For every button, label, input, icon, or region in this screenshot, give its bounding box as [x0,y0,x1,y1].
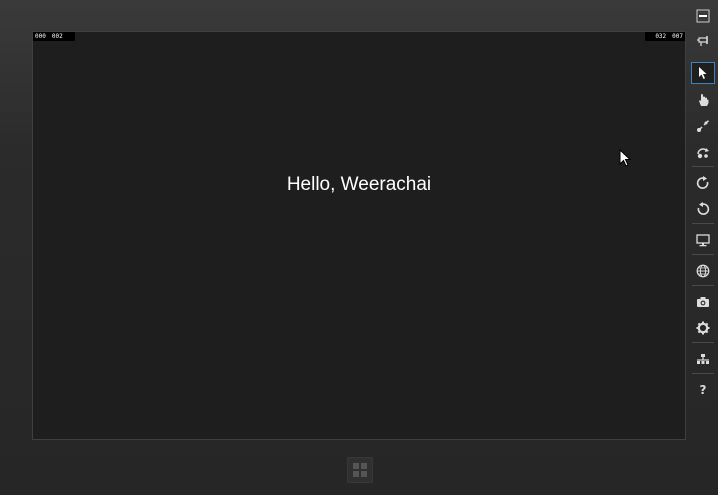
toolbar-separator [692,223,714,224]
greeting-text: Hello, Weerachai [286,174,432,195]
rotate-ccw-icon [697,202,710,215]
network-properties-button[interactable] [691,348,715,370]
help-button[interactable]: ? [691,379,715,401]
minimize-icon [696,9,710,23]
screenshot-button[interactable] [691,291,715,313]
counter-value: 000 [35,33,46,40]
toolbar-separator [692,166,714,167]
windows-button[interactable] [347,457,373,483]
globe-icon [696,264,710,278]
rotation-touch-mode-button[interactable] [691,141,715,163]
toolbar-separator [692,285,714,286]
counter-value: 007 [672,33,683,40]
basic-touch-mode-button[interactable] [691,89,715,111]
toolbar-separator [692,342,714,343]
mouse-mode-button[interactable] [691,62,715,84]
cursor-icon [699,67,707,79]
change-resolution-button[interactable] [691,229,715,251]
mouse-pointer-icon [619,149,631,167]
frame-counter-left: 000 002 [33,32,75,41]
gear-icon [696,321,710,335]
frame-counter-right: 032 007 [645,32,685,41]
hand-icon [699,94,709,106]
rotate-clockwise-button[interactable] [691,172,715,194]
set-location-button[interactable] [691,260,715,282]
rotate-cw-icon [696,176,709,189]
help-icon: ? [699,383,707,397]
rotate-counterclockwise-button[interactable] [691,198,715,220]
camera-icon [697,297,709,307]
pinch-icon [697,120,709,132]
counter-value: 032 [655,33,667,40]
pinch-zoom-mode-button[interactable] [691,115,715,137]
minimize-button[interactable] [691,5,715,27]
counter-value: 002 [51,33,63,40]
simulator-toolbar: ? [688,0,718,495]
simulator-screen[interactable]: 000 002 032 007 Hello, Weerachai [32,31,686,440]
monitor-icon [696,233,710,246]
always-on-top-button[interactable] [691,30,715,52]
network-icon [697,354,709,364]
rotate-touch-icon [697,148,709,159]
screenshot-settings-button[interactable] [691,317,715,339]
toolbar-separator [692,373,714,374]
toolbar-separator [692,254,714,255]
pin-icon [697,36,708,46]
windows-logo-icon [353,463,367,477]
